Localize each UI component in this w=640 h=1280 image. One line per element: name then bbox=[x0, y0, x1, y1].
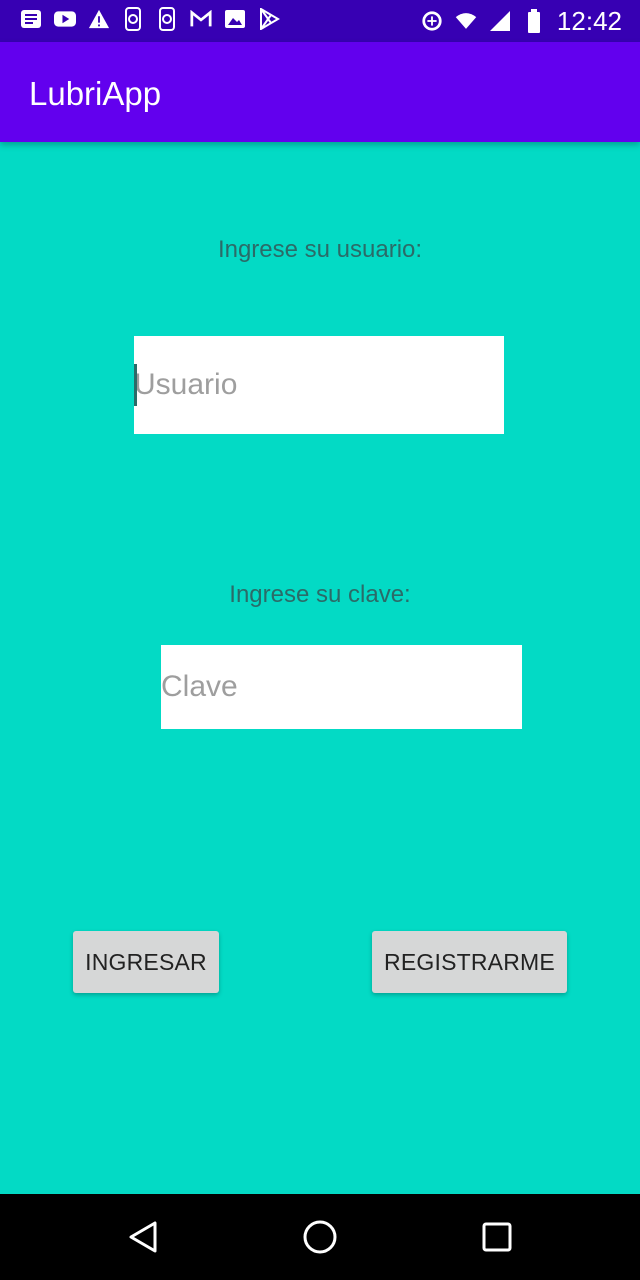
battery-icon bbox=[523, 9, 545, 33]
clock: 12:42 bbox=[556, 6, 622, 36]
notification-icons bbox=[20, 7, 280, 31]
recents-icon bbox=[482, 1222, 512, 1252]
recents-button[interactable] bbox=[472, 1212, 522, 1262]
warning-icon bbox=[88, 8, 110, 30]
home-button[interactable] bbox=[295, 1212, 345, 1262]
password-input[interactable] bbox=[161, 645, 522, 729]
play-store-icon bbox=[258, 8, 280, 30]
username-input[interactable] bbox=[134, 336, 504, 434]
home-icon bbox=[303, 1220, 337, 1254]
image-icon bbox=[224, 8, 246, 30]
register-button[interactable]: REGISTRARME bbox=[372, 931, 567, 993]
back-button[interactable] bbox=[118, 1212, 168, 1262]
app-bar: LubriApp bbox=[0, 42, 640, 142]
back-icon bbox=[129, 1221, 157, 1253]
signal-icon bbox=[489, 10, 511, 32]
wifi-icon bbox=[455, 10, 477, 32]
youtube-icon bbox=[54, 8, 76, 30]
phone-sync-icon bbox=[156, 7, 178, 31]
text-cursor bbox=[134, 364, 137, 406]
notification-icon bbox=[20, 8, 42, 30]
status-bar: 12:42 bbox=[0, 0, 640, 42]
navigation-bar bbox=[0, 1194, 640, 1280]
username-label: Ingrese su usuario: bbox=[217, 236, 423, 263]
gmail-icon bbox=[190, 8, 212, 30]
login-button[interactable]: INGRESAR bbox=[73, 931, 219, 993]
app-title: LubriApp bbox=[29, 75, 162, 112]
phone-sync-icon bbox=[122, 7, 144, 31]
system-status: 12:42 bbox=[421, 6, 622, 36]
password-label: Ingrese su clave: bbox=[229, 581, 411, 608]
data-saver-icon bbox=[421, 10, 443, 32]
